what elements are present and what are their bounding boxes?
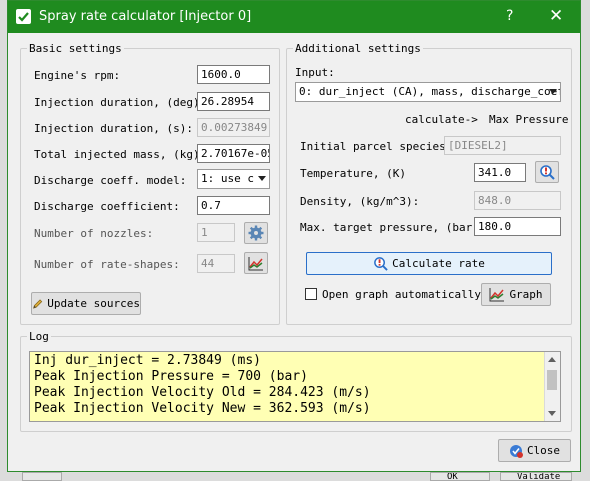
graph-icon bbox=[489, 288, 505, 302]
calculate-arrow-label: calculate-> bbox=[405, 113, 478, 126]
log-line: Peak Injection Pressure = 700 (bar) bbox=[34, 369, 308, 384]
density-input: 848.0 bbox=[474, 191, 561, 210]
pressure-label: Max. target pressure, (bar): bbox=[300, 221, 486, 234]
input-mode-select[interactable]: 0: dur_inject (CA), mass, discharge_coef… bbox=[295, 82, 561, 102]
scroll-thumb[interactable] bbox=[547, 370, 557, 390]
temperature-calc-button[interactable] bbox=[535, 161, 559, 183]
chevron-down-icon bbox=[258, 176, 266, 181]
log-output[interactable]: Inj dur_inject = 2.73849 (ms) Peak Injec… bbox=[29, 351, 561, 422]
log-line: Peak Injection Velocity New = 362.593 (m… bbox=[34, 401, 371, 416]
scroll-down-icon[interactable] bbox=[548, 411, 556, 416]
gear-icon bbox=[248, 225, 264, 241]
rate-shapes-graph-button[interactable] bbox=[244, 252, 268, 274]
discharge-model-value: 1: use c bbox=[201, 172, 254, 185]
graph-icon bbox=[248, 256, 263, 270]
input-mode-value: 0: dur_inject (CA), mass, discharge_coef… bbox=[299, 85, 561, 98]
spray-rate-dialog: Spray rate calculator [Injector 0] ? ✕ B… bbox=[7, 0, 581, 472]
check-icon bbox=[16, 9, 31, 24]
window-title: Spray rate calculator [Injector 0] bbox=[39, 9, 252, 24]
chevron-down-icon bbox=[549, 89, 557, 94]
injection-duration-s-input: 0.00273849 bbox=[197, 118, 270, 137]
discharge-coefficient-input[interactable]: 0.7 bbox=[197, 196, 270, 215]
pressure-input[interactable]: 180.0 bbox=[474, 217, 561, 236]
rpm-input[interactable]: 1600.0 bbox=[197, 65, 270, 84]
open-graph-label: Open graph automatically bbox=[322, 288, 481, 301]
log-legend: Log bbox=[29, 330, 49, 343]
species-input: [DIESEL2] bbox=[444, 136, 561, 155]
density-label: Density, (kg/m^3): bbox=[300, 195, 420, 208]
discharge-model-select[interactable]: 1: use c bbox=[197, 169, 270, 189]
total-mass-input[interactable]: 2.70167e-05 bbox=[197, 144, 270, 163]
update-sources-button[interactable]: Update sources bbox=[31, 292, 141, 315]
background-validate-button: Validate bbox=[500, 472, 572, 481]
injection-duration-deg-label: Injection duration, (deg): bbox=[34, 96, 207, 109]
injection-duration-s-label: Injection duration, (s): bbox=[34, 122, 193, 135]
calculator-search-icon bbox=[540, 165, 555, 180]
scroll-up-icon[interactable] bbox=[548, 357, 556, 362]
additional-settings-legend: Additional settings bbox=[295, 42, 421, 55]
species-label: Initial parcel species: bbox=[300, 140, 453, 153]
close-button[interactable]: Close bbox=[498, 439, 571, 462]
basic-settings-legend: Basic settings bbox=[29, 42, 122, 55]
nozzles-label: Number of nozzles: bbox=[34, 227, 154, 240]
temperature-label: Temperature, (K) bbox=[300, 167, 406, 180]
graph-button[interactable]: Graph bbox=[481, 283, 551, 306]
nozzles-input: 1 bbox=[197, 223, 235, 242]
log-scrollbar[interactable] bbox=[544, 352, 560, 421]
rate-shapes-input: 44 bbox=[197, 254, 235, 273]
open-graph-checkbox[interactable] bbox=[305, 288, 317, 300]
background-window-strip bbox=[22, 472, 62, 481]
log-line: Inj dur_inject = 2.73849 (ms) bbox=[34, 353, 261, 368]
calculator-search-icon bbox=[374, 257, 388, 271]
input-label: Input: bbox=[295, 66, 335, 79]
calculate-rate-label: Calculate rate bbox=[392, 257, 485, 270]
close-dialog-icon bbox=[509, 444, 523, 458]
rate-shapes-label: Number of rate-shapes: bbox=[34, 258, 180, 271]
background-ok-button: OK bbox=[430, 472, 490, 481]
help-button[interactable]: ? bbox=[506, 8, 513, 24]
close-label: Close bbox=[526, 444, 561, 457]
calculate-target-label: Max Pressure bbox=[489, 113, 569, 126]
temperature-input[interactable]: 341.0 bbox=[474, 163, 526, 182]
graph-label: Graph bbox=[509, 288, 543, 301]
nozzle-settings-button[interactable] bbox=[244, 222, 268, 244]
close-window-button[interactable]: ✕ bbox=[549, 6, 563, 26]
calculate-rate-button[interactable]: Calculate rate bbox=[306, 252, 552, 275]
update-sources-label: Update sources bbox=[47, 297, 140, 310]
pencil-icon bbox=[32, 298, 43, 309]
log-line: Peak Injection Velocity Old = 284.423 (m… bbox=[34, 385, 371, 400]
injection-duration-deg-input[interactable]: 26.28954 bbox=[197, 92, 270, 111]
discharge-model-label: Discharge coeff. model: bbox=[34, 174, 187, 187]
rpm-label: Engine's rpm: bbox=[34, 69, 121, 82]
total-mass-label: Total injected mass, (kg): bbox=[34, 148, 207, 161]
title-bar: Spray rate calculator [Injector 0] ? ✕ bbox=[8, 1, 580, 33]
discharge-coefficient-label: Discharge coefficient: bbox=[34, 200, 180, 213]
